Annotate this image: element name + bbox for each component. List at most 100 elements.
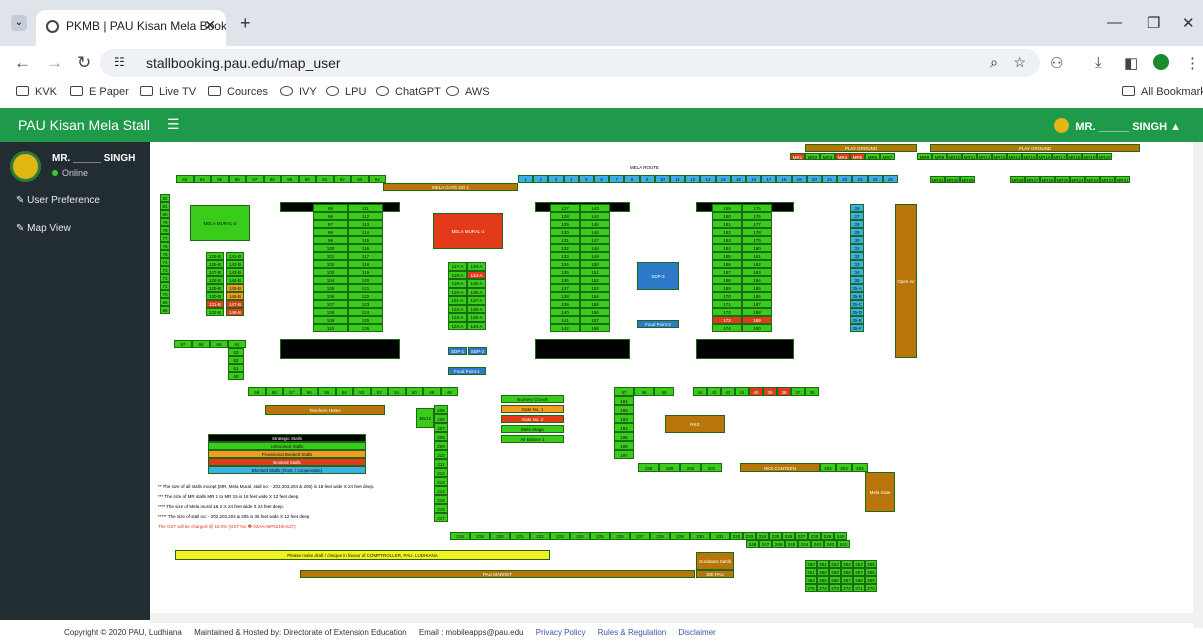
stall[interactable]: 93 — [351, 175, 369, 183]
stall[interactable]: 46 — [634, 387, 654, 396]
stall[interactable]: 147-B — [226, 300, 244, 308]
stall[interactable]: 60 — [228, 372, 244, 380]
stall[interactable]: 5 — [578, 175, 594, 183]
stall[interactable]: 246 — [772, 540, 785, 548]
stall[interactable]: 13 — [700, 175, 716, 183]
stall[interactable]: 244 — [798, 540, 811, 548]
stall[interactable]: 3 — [548, 175, 564, 183]
bookmark-livetv[interactable]: Live TV — [140, 86, 196, 98]
stall[interactable]: MR11 — [962, 153, 977, 160]
stall[interactable]: 224 — [570, 532, 590, 540]
stall[interactable]: 220 — [490, 532, 510, 540]
stall[interactable]: MR10 — [947, 153, 962, 160]
stall[interactable]: 136-A — [467, 287, 486, 296]
stall[interactable]: 103 — [313, 268, 348, 276]
stall[interactable]: 4 — [563, 175, 579, 183]
stall[interactable]: 259 — [829, 568, 841, 576]
user-menu[interactable]: MR. _____ SINGH ▲ — [1054, 118, 1181, 133]
stall[interactable]: 130 — [550, 228, 580, 236]
stall[interactable]: 190 — [742, 324, 772, 332]
stall[interactable]: 120 — [348, 276, 383, 284]
stall[interactable]: 42 — [721, 387, 735, 396]
stall[interactable]: 234 — [756, 532, 769, 540]
stall[interactable]: 230 — [690, 532, 710, 540]
stall[interactable]: 139 — [550, 300, 580, 308]
stall[interactable]: 85 — [211, 175, 229, 183]
stall[interactable]: 265 — [817, 576, 829, 584]
stall[interactable]: 247 — [759, 540, 772, 548]
privacy-link[interactable]: Privacy Policy — [536, 628, 586, 637]
stall[interactable]: 210 — [434, 450, 448, 459]
stall[interactable]: 88 — [263, 175, 281, 183]
stall[interactable]: 50 — [405, 387, 423, 396]
stall[interactable]: 193 — [614, 414, 634, 423]
stall[interactable]: 229 — [670, 532, 690, 540]
stall[interactable]: 34 — [850, 268, 864, 276]
stall[interactable]: 132-B — [206, 308, 224, 316]
stall[interactable]: 163 — [712, 236, 742, 244]
stall[interactable]: MR2 — [805, 153, 820, 160]
stall[interactable]: 7 — [609, 175, 625, 183]
stall[interactable]: 133-A — [467, 262, 486, 271]
stall[interactable]: 86 — [228, 175, 246, 183]
stall[interactable]: MR14 — [1007, 153, 1022, 160]
stall[interactable]: 245 — [785, 540, 798, 548]
sidebar-item-map-view[interactable]: ✎ Map View — [16, 223, 71, 234]
stall[interactable]: MR17 — [1052, 153, 1067, 160]
stall[interactable]: 127 — [550, 204, 580, 212]
stall[interactable]: 30 — [850, 236, 864, 244]
stall[interactable]: 29 — [850, 228, 864, 236]
stall[interactable]: 106 — [313, 292, 348, 300]
stall[interactable]: 216 — [434, 504, 448, 513]
stall[interactable]: 111 — [348, 204, 383, 212]
stall[interactable]: 109 — [313, 316, 348, 324]
stall[interactable]: 56 — [300, 387, 318, 396]
stall[interactable]: 135 — [550, 268, 580, 276]
stall[interactable]: 66 — [192, 340, 210, 348]
stall[interactable]: 65 — [210, 340, 228, 348]
bookmark-kvk[interactable]: KVK — [16, 86, 57, 98]
stall[interactable]: 20 — [806, 175, 822, 183]
stall[interactable]: 124 — [348, 308, 383, 316]
stall[interactable]: 159 — [712, 204, 742, 212]
stall[interactable]: 14 — [715, 175, 731, 183]
stall[interactable]: 78 — [160, 226, 170, 234]
back-icon[interactable]: ← — [14, 53, 31, 73]
stall[interactable]: 171 — [712, 300, 742, 308]
bookmark-chatgpt[interactable]: ChatGPT — [376, 86, 441, 98]
stall[interactable]: 11 — [670, 175, 686, 183]
extensions-icon[interactable]: ⚇ — [1050, 54, 1063, 72]
stall[interactable]: MR29 — [960, 176, 975, 183]
stall[interactable]: 157 — [580, 316, 610, 324]
stall[interactable]: 55 — [318, 387, 336, 396]
stall[interactable]: 264 — [805, 576, 817, 584]
stall[interactable]: 70 — [160, 290, 170, 298]
stall[interactable]: MR3 — [820, 153, 835, 160]
stall[interactable]: 47 — [614, 387, 634, 396]
stall[interactable]: 253 — [841, 560, 853, 568]
bookmark-ivy[interactable]: IVY — [280, 86, 317, 98]
stall[interactable]: 108 — [313, 308, 348, 316]
stall[interactable]: 17 — [761, 175, 777, 183]
stall[interactable]: 158 — [580, 324, 610, 332]
stall[interactable]: MR8 — [917, 153, 932, 160]
stall[interactable]: 105 — [313, 284, 348, 292]
new-tab-button[interactable]: + — [240, 13, 251, 34]
stall[interactable]: 156 — [580, 308, 610, 316]
stall[interactable]: MR7 — [880, 153, 895, 160]
stall[interactable]: 27 — [850, 212, 864, 220]
stall[interactable]: 97 — [313, 220, 348, 228]
stall[interactable]: 72 — [160, 274, 170, 282]
minimize-icon[interactable]: — — [1107, 14, 1122, 31]
stall[interactable]: 191 — [614, 396, 634, 405]
stall[interactable]: MR26 — [1040, 176, 1055, 183]
stall[interactable]: 150 — [580, 260, 610, 268]
address-bar[interactable]: ☷ stallbooking.pau.edu/map_user ⌕ ☆ — [100, 49, 1040, 77]
stall[interactable]: 120-A — [448, 287, 467, 296]
stall[interactable]: 222 — [530, 532, 550, 540]
stall[interactable]: 212 — [434, 468, 448, 477]
stall[interactable]: 63 — [228, 348, 244, 356]
stall[interactable]: 273 — [829, 584, 841, 592]
stall[interactable]: 10 — [654, 175, 670, 183]
stall[interactable]: 137 — [550, 284, 580, 292]
